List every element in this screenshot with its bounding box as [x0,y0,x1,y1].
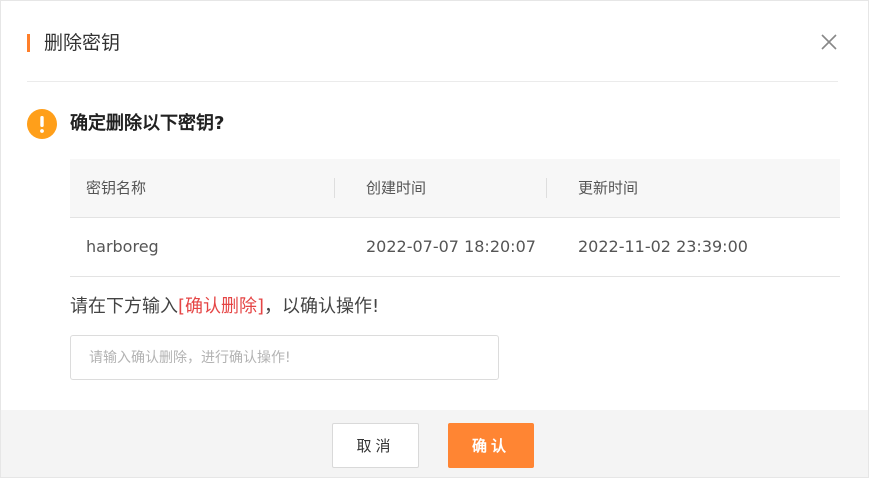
instruction-text-before: 请在下方输入 [70,296,178,317]
table-row: harboreg 2022-07-07 18:20:07 2022-11-02 … [70,218,840,277]
dialog-footer: 取消 确认 [1,410,868,477]
confirm-button[interactable]: 确认 [448,423,534,468]
column-divider [546,178,547,198]
column-divider [334,178,335,198]
cell-created-time: 2022-07-07 18:20:07 [366,237,536,256]
instruction-highlight: [确认删除] [178,296,265,317]
header-key-name: 密钥名称 [86,179,147,197]
confirm-question: 确定删除以下密钥? [70,113,225,134]
confirm-delete-input[interactable] [70,335,499,380]
title-accent-bar [27,34,30,52]
cancel-button[interactable]: 取消 [332,423,419,468]
dialog-header: 删除密钥 [27,1,838,82]
instruction-text-after: ，以确认操作! [264,296,380,317]
confirm-instruction: 请在下方输入[确认删除]，以确认操作! [70,294,379,320]
close-icon[interactable] [818,31,840,53]
header-updated-time: 更新时间 [578,179,639,197]
exclamation-circle-icon [27,109,57,139]
key-table: 密钥名称 创建时间 更新时间 harboreg 2022-07-07 18:20… [70,159,840,277]
table-header: 密钥名称 创建时间 更新时间 [70,159,840,218]
dialog-title: 删除密钥 [44,32,121,54]
cell-key-name: harboreg [86,237,159,256]
delete-key-dialog: 删除密钥 确定删除以下密钥? 密钥名称 创建时间 更新时间 harboreg 2… [0,0,869,478]
cell-updated-time: 2022-11-02 23:39:00 [578,237,748,256]
